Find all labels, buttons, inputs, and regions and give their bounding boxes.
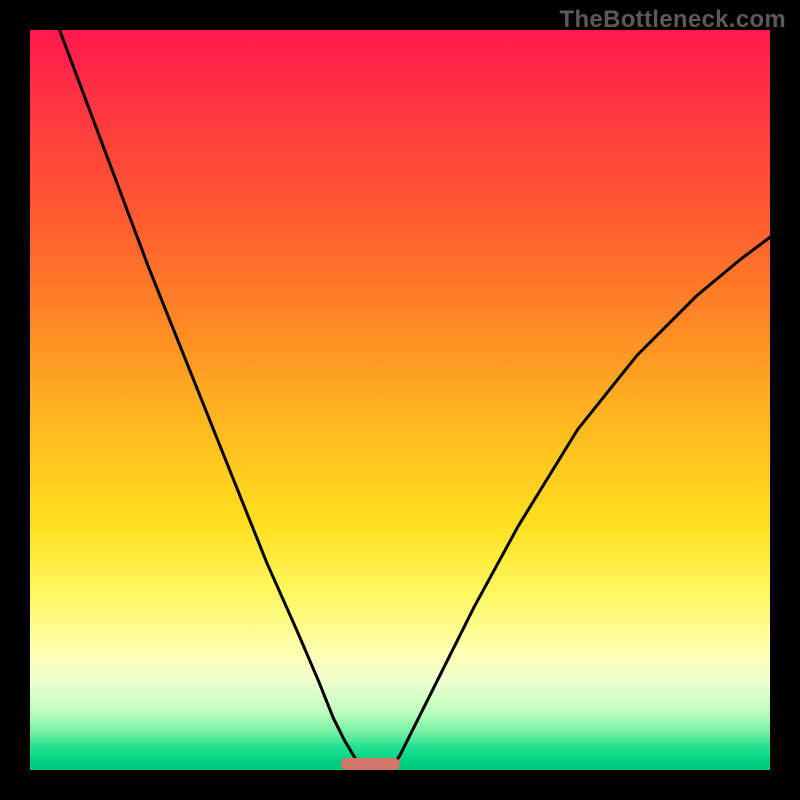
- chart-container: TheBottleneck.com: [0, 0, 800, 800]
- watermark-text: TheBottleneck.com: [560, 6, 786, 34]
- left-curve: [60, 30, 363, 766]
- right-curve: [393, 237, 770, 766]
- bottleneck-marker: [341, 758, 400, 770]
- curve-layer: [30, 30, 770, 770]
- plot-area: [30, 30, 770, 770]
